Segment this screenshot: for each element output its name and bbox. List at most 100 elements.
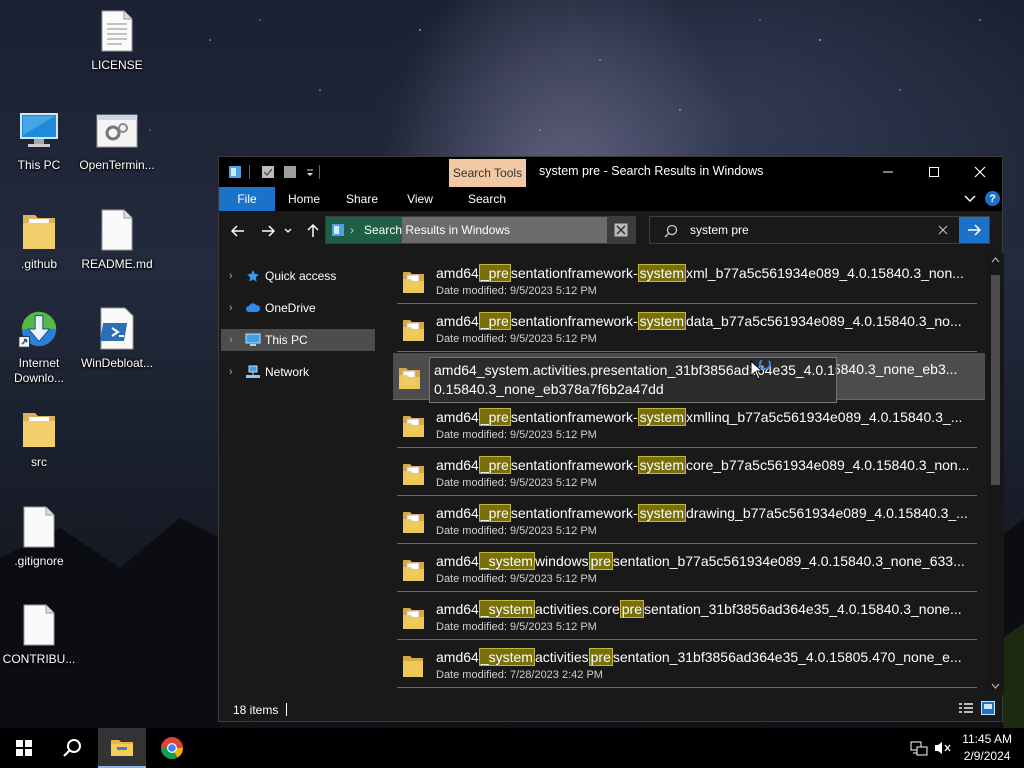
minimize-button[interactable] xyxy=(865,157,911,187)
search-result-row[interactable]: amd64 _system activities.core pre sentation_… xyxy=(397,593,977,640)
search-result-row[interactable]: amd64 _pre sentationframework-system drawin… xyxy=(397,497,977,544)
search-result-row[interactable]: amd64 _pre sentationframework-system data_b… xyxy=(397,305,977,352)
search-term-highlight: _pre xyxy=(478,312,511,330)
help-icon[interactable]: ? xyxy=(985,191,1000,206)
desktop-icon-contributing[interactable]: CONTRIBU... xyxy=(0,602,78,667)
this-pc-icon xyxy=(17,108,61,154)
toolbar-separator xyxy=(249,165,250,179)
date-modified-value: 9/5/2023 5:12 PM xyxy=(509,285,597,297)
desktop-icon-label: .github xyxy=(20,257,58,271)
taskbar-chrome[interactable] xyxy=(148,728,196,768)
folder-with-files-icon xyxy=(402,509,426,538)
search-result-row[interactable]: amd64 _pre sentationframework-system core_b… xyxy=(397,449,977,496)
maximize-button[interactable] xyxy=(911,157,957,187)
tab-home[interactable]: Home xyxy=(279,187,329,211)
date-modified-value: 9/5/2023 5:12 PM xyxy=(509,525,597,537)
result-date-modified: Date modified: 9/5/2023 5:12 PM xyxy=(436,621,597,633)
date-modified-label: Date modified: xyxy=(436,573,510,585)
large-icons-view-icon[interactable] xyxy=(981,701,995,715)
network-status-icon[interactable] xyxy=(910,740,928,756)
volume-muted-icon[interactable] xyxy=(934,740,952,756)
scrollbar-thumb[interactable] xyxy=(991,275,1000,485)
search-results-list: amd64 _pre sentationframework-system xml_b7… xyxy=(377,253,987,695)
nav-item-quick-access[interactable]: › Quick access xyxy=(221,265,375,287)
forward-button[interactable] xyxy=(258,221,278,241)
desktop-icon-openterminal[interactable]: OpenTermin... xyxy=(78,108,156,173)
search-term-highlight: system xyxy=(637,312,687,330)
folder-with-files-icon xyxy=(398,365,422,394)
file-name-text: amd64 xyxy=(436,601,479,617)
folder-icon xyxy=(402,653,424,682)
back-button[interactable] xyxy=(228,221,248,241)
status-divider xyxy=(286,703,287,716)
title-bar[interactable]: Search Tools system pre - Search Results… xyxy=(219,157,1002,187)
search-result-row[interactable]: amd64 _system activities pre sentation_31bf3… xyxy=(397,641,977,688)
chevron-right-icon[interactable]: › xyxy=(221,302,241,314)
chevron-right-icon[interactable]: › xyxy=(221,366,241,378)
nav-item-onedrive[interactable]: › OneDrive xyxy=(221,297,375,319)
result-date-modified: Date modified: 9/5/2023 5:12 PM xyxy=(436,429,597,441)
row-divider xyxy=(397,543,977,544)
clear-search-icon[interactable] xyxy=(938,225,948,235)
desktop-icon-internet-download-manager[interactable]: Internet Downlo... xyxy=(0,306,78,386)
internet-download-manager-icon xyxy=(17,306,61,352)
file-name-text: sentationframework- xyxy=(510,265,638,281)
close-button[interactable] xyxy=(957,157,1003,187)
chevron-right-icon[interactable]: › xyxy=(221,270,241,282)
chevron-right-icon[interactable]: › xyxy=(221,334,241,346)
search-box[interactable]: system pre xyxy=(649,216,990,244)
search-result-row[interactable]: amd64 _pre sentationframework-system xmllin… xyxy=(397,401,977,448)
taskbar-search-button[interactable] xyxy=(48,728,96,768)
blank-file-icon xyxy=(95,207,139,253)
cloud-icon xyxy=(241,302,265,314)
desktop-icon-license[interactable]: LICENSE xyxy=(78,8,156,73)
tab-share[interactable]: Share xyxy=(337,187,387,211)
file-name-text: sentationframework- xyxy=(510,313,638,329)
clock[interactable]: 11:45 AM 2/9/2024 xyxy=(962,731,1012,765)
chevron-down-icon xyxy=(284,228,292,233)
desktop-icon-gitignore[interactable]: .gitignore xyxy=(0,504,78,569)
vertical-scrollbar[interactable] xyxy=(987,253,1004,695)
address-bar[interactable]: › Search Results in Windows xyxy=(325,216,636,244)
customize-toolbar-icon[interactable] xyxy=(303,165,317,179)
nav-item-label: Network xyxy=(265,365,310,379)
breadcrumb-current[interactable]: Search Results in Windows xyxy=(364,223,510,237)
nav-item-this-pc[interactable]: › This PC xyxy=(221,329,375,351)
taskbar-file-explorer[interactable] xyxy=(98,728,146,768)
scroll-up-icon[interactable] xyxy=(991,257,1000,263)
file-name-text: activities xyxy=(534,649,589,665)
date-modified-label: Date modified: xyxy=(436,525,510,537)
desktop-icon-src-folder[interactable]: src xyxy=(0,405,78,470)
search-result-row[interactable]: amd64 _pre sentationframework-system xml_b7… xyxy=(397,257,977,304)
desktop-icon-readme[interactable]: README.md xyxy=(78,207,156,272)
nav-item-network[interactable]: › Network xyxy=(221,361,375,383)
file-name-text: sentationframework- xyxy=(510,409,638,425)
chrome-icon xyxy=(161,737,183,759)
search-result-row[interactable]: amd64 _system windows pre sentation_b77a5c56… xyxy=(397,545,977,592)
scroll-down-icon[interactable] xyxy=(991,683,1000,689)
result-date-modified: Date modified: 9/5/2023 5:12 PM xyxy=(436,573,597,585)
stop-search-button[interactable] xyxy=(607,217,635,243)
tab-file[interactable]: File xyxy=(219,187,275,211)
minimize-icon xyxy=(883,171,893,173)
folder-icon xyxy=(17,405,61,451)
details-view-icon[interactable] xyxy=(959,702,973,715)
desktop-icon-this-pc[interactable]: This PC xyxy=(0,108,78,173)
expand-ribbon-icon[interactable] xyxy=(964,194,976,204)
properties-icon[interactable] xyxy=(261,165,275,179)
search-input[interactable]: system pre xyxy=(690,223,749,237)
row-divider xyxy=(397,495,977,496)
start-button[interactable] xyxy=(0,728,48,768)
tab-view[interactable]: View xyxy=(395,187,445,211)
desktop-icon-windebloater[interactable]: WinDebloat... xyxy=(78,306,156,371)
desktop-icon-label: LICENSE xyxy=(91,58,143,72)
recent-locations-button[interactable] xyxy=(283,221,293,241)
file-name-text: amd64 xyxy=(436,553,479,569)
new-folder-icon[interactable] xyxy=(283,165,297,179)
desktop-icon-github-folder[interactable]: .github xyxy=(0,207,78,272)
tab-search[interactable]: Search xyxy=(459,187,515,211)
folder-with-files-icon xyxy=(402,605,426,634)
explorer-app-icon xyxy=(229,166,241,178)
search-go-button[interactable] xyxy=(959,217,989,243)
up-button[interactable] xyxy=(303,221,323,241)
